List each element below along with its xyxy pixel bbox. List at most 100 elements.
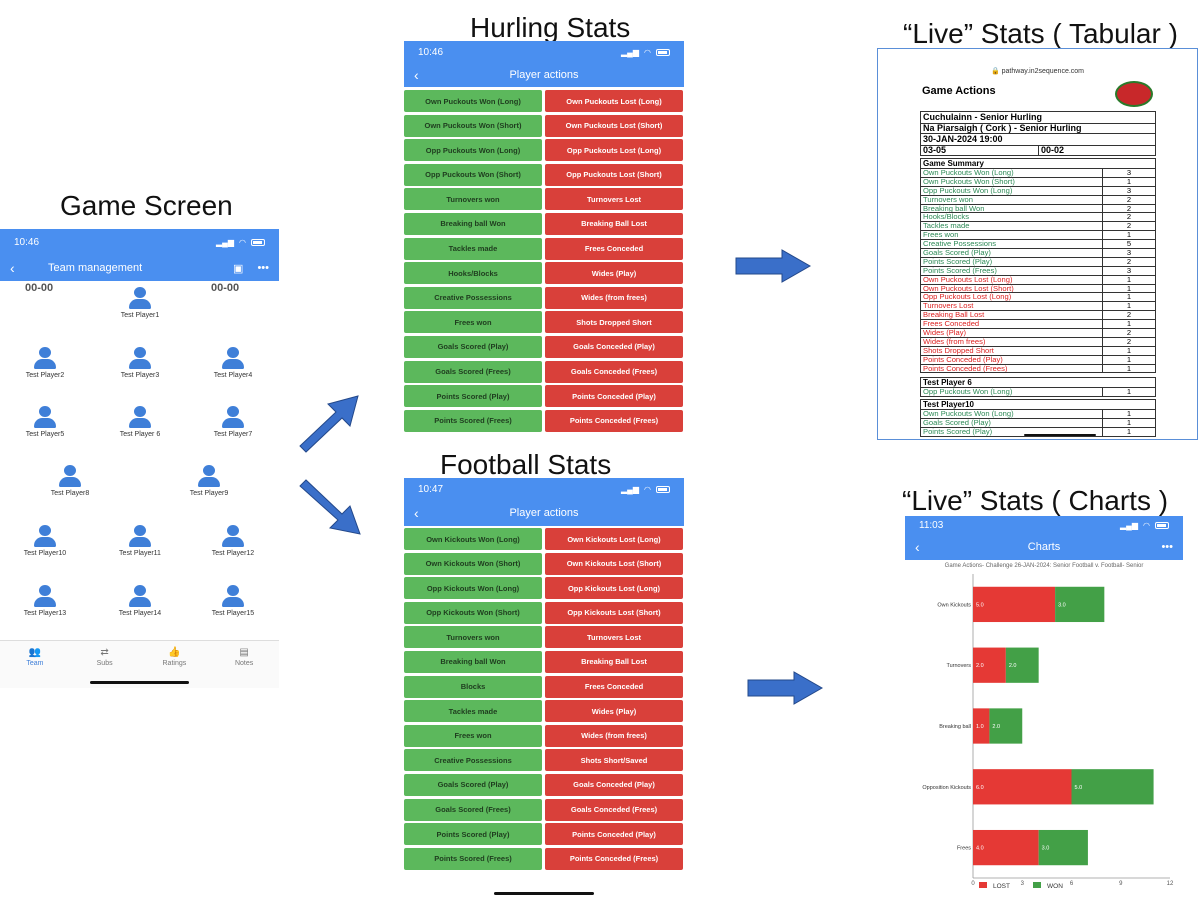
- player-slot[interactable]: Test Player2: [10, 347, 80, 379]
- action-button-lost[interactable]: Wides (from frees): [545, 724, 683, 747]
- action-button-lost[interactable]: Goals Conceded (Play): [545, 773, 683, 796]
- score-home: 03-05: [921, 146, 1039, 155]
- action-button-won[interactable]: Points Scored (Play): [404, 385, 542, 408]
- table-row: Creative Possessions 5: [920, 239, 1156, 250]
- action-button-won[interactable]: Own Kickouts Won (Long): [404, 528, 542, 550]
- action-button-won[interactable]: Own Kickouts Won (Short): [404, 552, 542, 575]
- action-button-lost[interactable]: Points Conceded (Play): [545, 823, 683, 846]
- action-button-lost[interactable]: Wides (from frees): [545, 286, 683, 309]
- action-button-won[interactable]: Opp Puckouts Won (Short): [404, 163, 542, 186]
- action-button-lost[interactable]: Breaking Ball Lost: [545, 212, 683, 235]
- action-button-lost[interactable]: Goals Conceded (Play): [545, 335, 683, 358]
- action-button-won[interactable]: Turnovers won: [404, 188, 542, 211]
- action-button-lost[interactable]: Opp Kickouts Lost (Long): [545, 577, 683, 600]
- action-button-lost[interactable]: Points Conceded (Frees): [545, 847, 683, 870]
- arrow-to-tabular-icon: [735, 249, 812, 283]
- table-row: Goals Scored (Play) 3: [920, 248, 1156, 258]
- action-button-lost[interactable]: Own Kickouts Lost (Short): [545, 552, 683, 575]
- action-button-won[interactable]: Frees won: [404, 311, 542, 334]
- nav-item-notes[interactable]: ▤ Notes: [219, 647, 269, 688]
- action-button-won[interactable]: Hooks/Blocks: [404, 262, 542, 285]
- player-slot[interactable]: Test Player13: [10, 585, 80, 617]
- more-icon[interactable]: •••: [257, 262, 269, 275]
- scroll-indicator: [1024, 434, 1096, 436]
- player-slot[interactable]: Test Player14: [105, 585, 175, 617]
- action-button-lost[interactable]: Shots Short/Saved: [545, 749, 683, 772]
- action-button-lost[interactable]: Turnovers Lost: [545, 626, 683, 649]
- person-icon: [128, 287, 152, 309]
- nav-item-team[interactable]: 👥 Team: [10, 647, 60, 688]
- action-button-won[interactable]: Tackles made: [404, 237, 542, 260]
- action-button-lost[interactable]: Goals Conceded (Frees): [545, 360, 683, 383]
- back-icon[interactable]: ‹: [10, 260, 15, 276]
- action-button-lost[interactable]: Opp Puckouts Lost (Long): [545, 139, 683, 162]
- back-icon[interactable]: ‹: [915, 539, 920, 555]
- action-button-lost[interactable]: Points Conceded (Frees): [545, 409, 683, 432]
- player-slot[interactable]: Test Player3: [105, 347, 175, 379]
- action-button-won[interactable]: Frees won: [404, 724, 542, 747]
- player-name: Test Player10: [23, 550, 67, 557]
- action-button-lost[interactable]: Frees Conceded: [545, 237, 683, 260]
- action-button-lost[interactable]: Goals Conceded (Frees): [545, 798, 683, 821]
- action-button-won[interactable]: Goals Scored (Frees): [404, 360, 542, 383]
- player-slot[interactable]: Test Player10: [10, 525, 80, 557]
- action-button-won[interactable]: Turnovers won: [404, 626, 542, 649]
- action-button-won[interactable]: Opp Kickouts Won (Long): [404, 577, 542, 600]
- data-label: 2.0: [1009, 663, 1017, 669]
- clipboard-check-icon[interactable]: ▣: [233, 262, 243, 275]
- action-button-lost[interactable]: Own Puckouts Lost (Long): [545, 90, 683, 112]
- action-button-lost[interactable]: Opp Puckouts Lost (Short): [545, 163, 683, 186]
- stat-label: Own Puckouts Won (Long): [921, 169, 1103, 177]
- table-row: Own Puckouts Lost (Long) 1: [920, 275, 1156, 285]
- player-slot[interactable]: Test Player 6: [105, 406, 175, 438]
- action-button-won[interactable]: Opp Puckouts Won (Long): [404, 139, 542, 162]
- action-button-won[interactable]: Own Puckouts Won (Long): [404, 90, 542, 112]
- action-button-lost[interactable]: Breaking Ball Lost: [545, 650, 683, 673]
- url-bar[interactable]: 🔒 pathway.in2sequence.com: [878, 67, 1197, 75]
- player-slot[interactable]: Test Player4: [198, 347, 268, 379]
- app-bar: ‹ Player actions: [404, 500, 684, 526]
- action-button-lost[interactable]: Own Puckouts Lost (Short): [545, 114, 683, 137]
- action-button-won[interactable]: Creative Possessions: [404, 749, 542, 772]
- action-button-lost[interactable]: Shots Dropped Short: [545, 311, 683, 334]
- person-icon: [33, 525, 57, 547]
- action-button-won[interactable]: Goals Scored (Frees): [404, 798, 542, 821]
- action-button-lost[interactable]: Own Kickouts Lost (Long): [545, 528, 683, 550]
- back-icon[interactable]: ‹: [414, 505, 419, 521]
- action-button-won[interactable]: Blocks: [404, 675, 542, 698]
- player-slot[interactable]: Test Player7: [198, 406, 268, 438]
- stat-label: Points Scored (Frees): [921, 266, 1103, 275]
- battery-icon: [656, 485, 670, 493]
- person-icon: [33, 406, 57, 428]
- back-icon[interactable]: ‹: [414, 67, 419, 83]
- action-button-won[interactable]: Tackles made: [404, 700, 542, 723]
- player-slot[interactable]: Test Player11: [105, 525, 175, 557]
- action-button-won[interactable]: Own Puckouts Won (Short): [404, 114, 542, 137]
- stat-value: 1: [1126, 292, 1132, 302]
- action-button-lost[interactable]: Turnovers Lost: [545, 188, 683, 211]
- action-button-won[interactable]: Creative Possessions: [404, 286, 542, 309]
- action-button-won[interactable]: Goals Scored (Play): [404, 773, 542, 796]
- legend-label: LOST: [993, 883, 1010, 890]
- player-slot[interactable]: Test Player1: [105, 287, 175, 319]
- action-button-won[interactable]: Breaking ball Won: [404, 650, 542, 673]
- action-button-lost[interactable]: Frees Conceded: [545, 675, 683, 698]
- person-icon: [128, 406, 152, 428]
- action-button-lost[interactable]: Points Conceded (Play): [545, 385, 683, 408]
- action-button-lost[interactable]: Wides (Play): [545, 262, 683, 285]
- player-slot[interactable]: Test Player8: [35, 465, 105, 497]
- action-button-lost[interactable]: Wides (Play): [545, 700, 683, 723]
- player-slot[interactable]: Test Player15: [198, 585, 268, 617]
- action-button-won[interactable]: Breaking ball Won: [404, 212, 542, 235]
- action-button-won[interactable]: Points Scored (Frees): [404, 409, 542, 432]
- more-icon[interactable]: •••: [1161, 541, 1173, 553]
- player-slot[interactable]: Test Player9: [174, 465, 244, 497]
- player-slot[interactable]: Test Player12: [198, 525, 268, 557]
- action-button-won[interactable]: Opp Kickouts Won (Short): [404, 601, 542, 624]
- action-button-won[interactable]: Points Scored (Frees): [404, 847, 542, 870]
- action-button-lost[interactable]: Opp Kickouts Lost (Short): [545, 601, 683, 624]
- stat-label: Turnovers Lost: [921, 302, 1103, 311]
- action-button-won[interactable]: Points Scored (Play): [404, 823, 542, 846]
- player-slot[interactable]: Test Player5: [10, 406, 80, 438]
- action-button-won[interactable]: Goals Scored (Play): [404, 335, 542, 358]
